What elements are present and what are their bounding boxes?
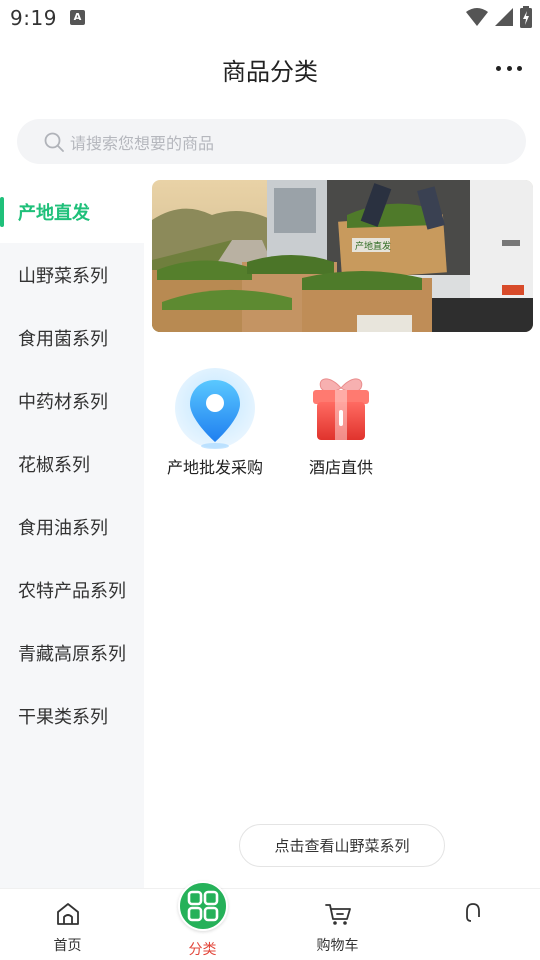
grid-icon <box>177 881 228 931</box>
sidebar-item-origin-direct[interactable]: 产地直发 <box>0 180 144 243</box>
sidebar-item-dried-fruits[interactable]: 干果类系列 <box>0 684 144 747</box>
search-placeholder: 请搜索您想要的商品 <box>70 133 215 153</box>
nav-support[interactable] <box>405 889 540 960</box>
sidebar-item-label: 中药材系列 <box>18 391 108 413</box>
category-hotel-supply[interactable]: 酒店直供 <box>281 368 401 478</box>
status-icons <box>466 6 532 28</box>
category-label: 产地批发采购 <box>166 458 263 477</box>
headset-icon <box>465 903 480 922</box>
battery-icon <box>520 6 532 28</box>
nav-label: 购物车 <box>316 938 359 954</box>
sidebar-item-label: 青藏高原系列 <box>18 643 126 665</box>
search-input[interactable]: 请搜索您想要的商品 <box>17 119 526 164</box>
sidebar-item-qinghai-tibet[interactable]: 青藏高原系列 <box>0 621 144 684</box>
more-options-button[interactable] <box>496 56 522 80</box>
sidebar-item-specialty-products[interactable]: 农特产品系列 <box>0 558 144 621</box>
sidebar-item-label: 产地直发 <box>18 202 90 224</box>
category-origin-wholesale[interactable]: 产地批发采购 <box>155 368 275 478</box>
location-pin-icon <box>173 368 257 452</box>
promo-banner[interactable]: 产地直发 <box>152 180 533 332</box>
status-bar: 9:19 A <box>0 0 540 36</box>
gift-box-icon <box>299 368 383 452</box>
sidebar-item-label: 山野菜系列 <box>18 265 108 287</box>
dot <box>517 65 522 71</box>
nav-label: 分类 <box>188 942 217 958</box>
sidebar-item-wild-vegetables[interactable]: 山野菜系列 <box>0 243 144 306</box>
cart-icon <box>324 904 351 925</box>
search-icon <box>44 132 64 152</box>
bottom-navigation: 首页 分类 购物车 <box>0 881 540 960</box>
status-time: 9:19 <box>10 6 57 30</box>
category-sidebar: 产地直发 山野菜系列 食用菌系列 中药材系列 花椒系列 食用油系列 农特产品系列… <box>0 180 144 888</box>
nav-category[interactable]: 分类 <box>135 881 270 960</box>
sidebar-item-herbal-medicine[interactable]: 中药材系列 <box>0 369 144 432</box>
category-label: 酒店直供 <box>308 458 373 477</box>
page-title: 商品分类 <box>222 58 318 86</box>
sidebar-item-label: 农特产品系列 <box>18 580 126 602</box>
home-icon <box>56 903 79 925</box>
dot <box>506 65 512 71</box>
sidebar-item-label: 食用菌系列 <box>18 328 108 350</box>
banner-box-text: 产地直发 <box>355 240 391 252</box>
dot <box>496 65 501 71</box>
sidebar-item-label: 食用油系列 <box>18 517 108 539</box>
view-wild-vegetables-button[interactable]: 点击查看山野菜系列 <box>239 824 445 867</box>
sidebar-item-edible-oil[interactable]: 食用油系列 <box>0 495 144 558</box>
nav-cart[interactable]: 购物车 <box>270 889 405 960</box>
accessibility-notification-icon: A <box>70 10 85 25</box>
nav-home[interactable]: 首页 <box>0 889 135 960</box>
nav-label: 首页 <box>53 938 82 954</box>
sidebar-item-sichuan-pepper[interactable]: 花椒系列 <box>0 432 144 495</box>
wifi-icon <box>466 8 488 26</box>
cellular-signal-icon <box>495 8 513 26</box>
banner-image: 产地直发 <box>152 180 533 332</box>
page-header: 商品分类 <box>0 36 540 100</box>
sidebar-item-label: 干果类系列 <box>18 706 108 728</box>
sidebar-item-edible-fungi[interactable]: 食用菌系列 <box>0 306 144 369</box>
sidebar-item-label: 花椒系列 <box>18 454 90 476</box>
